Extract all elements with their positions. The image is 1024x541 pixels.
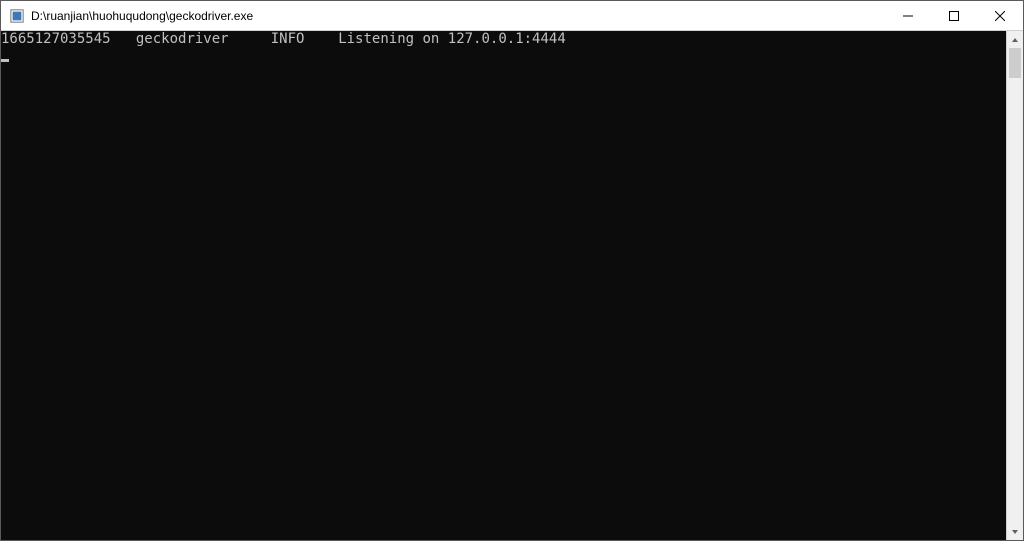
minimize-button[interactable] [885,1,931,30]
console-content[interactable]: 1665127035545 geckodriver INFO Listening… [1,31,1006,540]
scrollbar-up-arrow[interactable] [1007,31,1023,48]
vertical-scrollbar[interactable] [1006,31,1023,540]
scrollbar-thumb[interactable] [1009,48,1021,78]
app-icon [9,8,25,24]
scrollbar-track[interactable] [1007,48,1023,523]
titlebar[interactable]: D:\ruanjian\huohuqudong\geckodriver.exe [1,1,1023,31]
log-component: geckodriver [136,31,229,47]
close-button[interactable] [977,1,1023,30]
window-title: D:\ruanjian\huohuqudong\geckodriver.exe [31,9,885,23]
maximize-button[interactable] [931,1,977,30]
log-level: INFO [271,31,305,47]
window-controls [885,1,1023,30]
scrollbar-down-arrow[interactable] [1007,523,1023,540]
console-window: D:\ruanjian\huohuqudong\geckodriver.exe [0,0,1024,541]
log-timestamp: 1665127035545 [1,31,111,47]
cursor [1,59,9,62]
log-message: Listening on 127.0.0.1:4444 [338,31,566,47]
console-line: 1665127035545 geckodriver INFO Listening… [1,31,566,47]
console-area: 1665127035545 geckodriver INFO Listening… [1,31,1023,540]
